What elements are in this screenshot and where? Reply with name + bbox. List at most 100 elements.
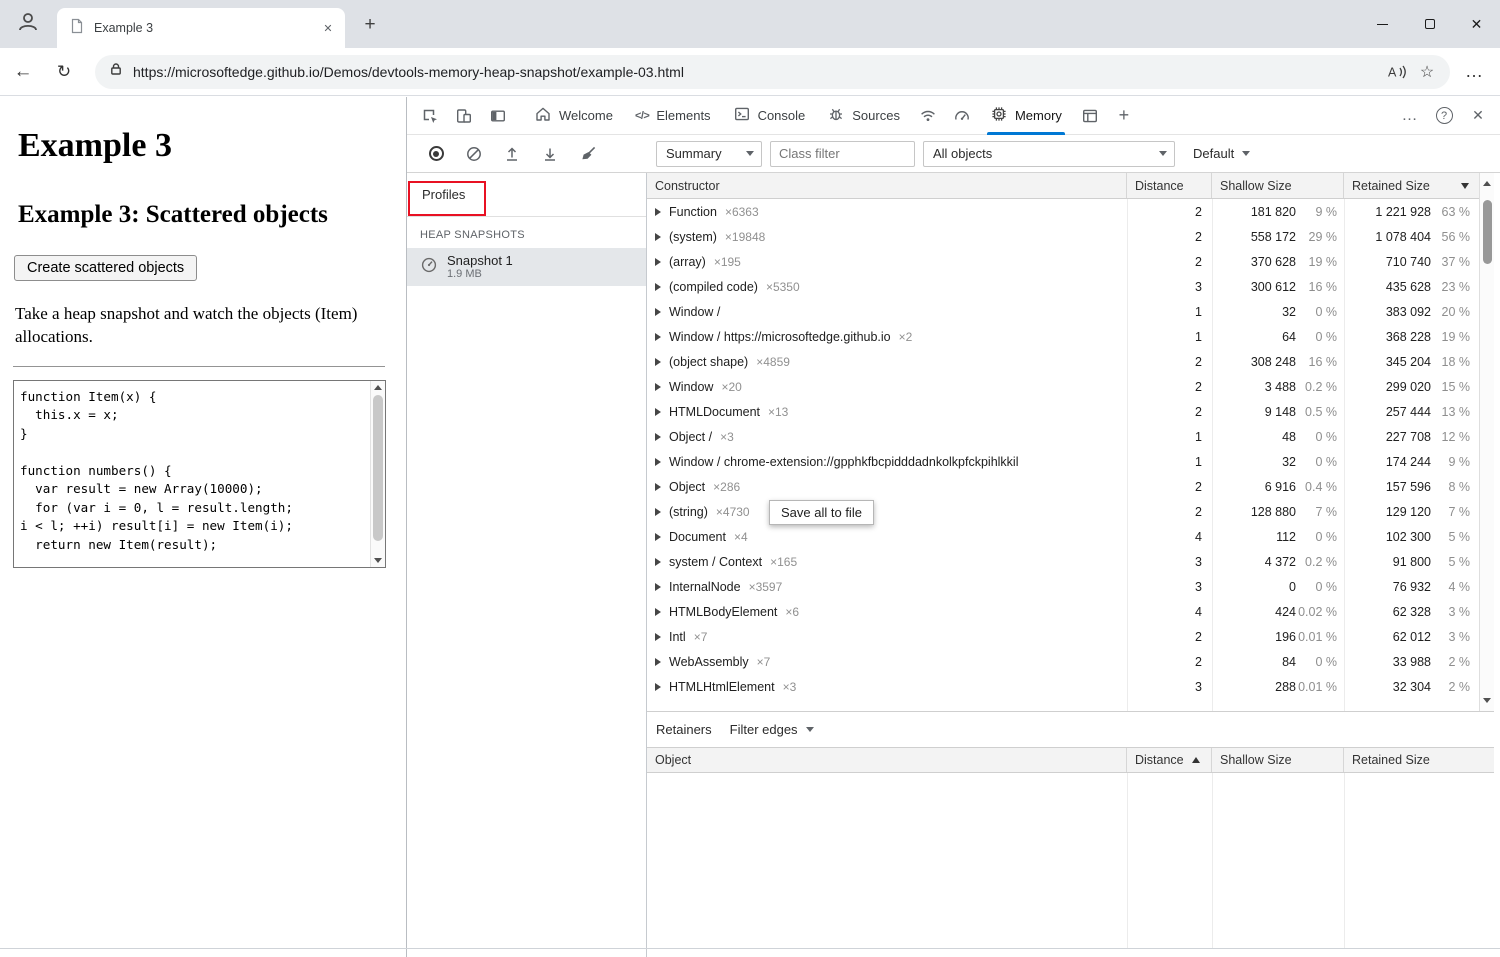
disclosure-triangle-icon[interactable] — [655, 633, 661, 641]
heap-table-row[interactable]: Window / 1 32 0 % 383 092 — [647, 299, 1479, 324]
devtools-close-button[interactable]: ✕ — [1463, 101, 1493, 131]
disclosure-triangle-icon[interactable] — [655, 483, 661, 491]
create-scattered-objects-button[interactable]: Create scattered objects — [14, 255, 197, 281]
table-scrollbar-thumb[interactable] — [1483, 200, 1492, 264]
close-window-button[interactable]: ✕ — [1453, 0, 1500, 48]
favorites-star-icon[interactable]: ☆ — [1412, 57, 1442, 87]
heap-table-row[interactable]: (system) ×19848 2 558 172 29 % — [647, 224, 1479, 249]
heap-table-row[interactable]: Window / chrome-extension://gpphkfbcpidd… — [647, 449, 1479, 474]
disclosure-triangle-icon[interactable] — [655, 258, 661, 266]
disclosure-triangle-icon[interactable] — [655, 208, 661, 216]
code-block[interactable]: function Item(x) { this.x = x; } functio… — [13, 380, 386, 568]
application-panel-button[interactable] — [1075, 101, 1105, 131]
tab-close-button[interactable]: ✕ — [319, 19, 337, 37]
heap-table-row[interactable]: Function ×6363 2 181 820 9 % — [647, 199, 1479, 224]
code-scrollbar[interactable] — [370, 381, 385, 567]
constructor-name: (compiled code) — [669, 280, 758, 294]
tab-welcome[interactable]: Welcome — [523, 97, 624, 135]
performance-monitor-button[interactable] — [947, 101, 977, 131]
scroll-up-icon[interactable] — [371, 385, 385, 390]
column-header-shallow-size[interactable]: Shallow Size — [1212, 748, 1344, 772]
disclosure-triangle-icon[interactable] — [655, 333, 661, 341]
disclosure-triangle-icon[interactable] — [655, 583, 661, 591]
tab-sources[interactable]: Sources — [816, 97, 911, 135]
save-profile-button[interactable] — [536, 140, 564, 168]
heap-table-row[interactable]: HTMLDocument ×13 2 9 148 0.5 % — [647, 399, 1479, 424]
disclosure-triangle-icon[interactable] — [655, 658, 661, 666]
heap-table-row[interactable]: WebAssembly ×7 2 84 0 % 33 — [647, 649, 1479, 674]
maximize-button[interactable] — [1406, 0, 1453, 48]
clear-profiles-button[interactable] — [460, 140, 488, 168]
column-header-constructor[interactable]: Constructor — [647, 173, 1127, 198]
record-icon — [429, 146, 444, 161]
table-scrollbar[interactable] — [1479, 173, 1494, 711]
new-tab-button[interactable]: + — [358, 13, 382, 37]
class-filter-input[interactable] — [770, 141, 915, 167]
heap-table-row[interactable]: HTMLBodyElement ×6 4 424 0.02 % — [647, 599, 1479, 624]
column-header-object[interactable]: Object — [647, 748, 1127, 772]
browser-tab[interactable]: Example 3 ✕ — [57, 8, 345, 48]
heap-table-row[interactable]: Object ×286 2 6 916 0.4 % — [647, 474, 1479, 499]
tab-console[interactable]: Console — [722, 97, 817, 135]
column-header-shallow-size[interactable]: Shallow Size — [1212, 173, 1344, 198]
more-tabs-button[interactable]: + — [1109, 101, 1139, 131]
heap-table-row[interactable]: (compiled code) ×5350 3 300 612 16 % — [647, 274, 1479, 299]
disclosure-triangle-icon[interactable] — [655, 683, 661, 691]
scroll-up-icon[interactable] — [1480, 181, 1494, 186]
browser-menu-button[interactable]: … — [1456, 54, 1492, 90]
scroll-down-icon[interactable] — [371, 558, 385, 563]
disclosure-triangle-icon[interactable] — [655, 433, 661, 441]
heap-table-row[interactable]: HTMLHtmlElement ×3 3 288 0.01 % — [647, 674, 1479, 699]
disclosure-triangle-icon[interactable] — [655, 358, 661, 366]
disclosure-triangle-icon[interactable] — [655, 308, 661, 316]
snapshot-list-item[interactable]: Snapshot 1 1.9 MB — [407, 248, 646, 286]
devtools-more-button[interactable]: … — [1395, 101, 1425, 131]
inspect-tool-button[interactable] — [415, 101, 445, 131]
disclosure-triangle-icon[interactable] — [655, 508, 661, 516]
tab-elements[interactable]: </> Elements — [624, 97, 722, 135]
heap-table-row[interactable]: (object shape) ×4859 2 308 248 16 % — [647, 349, 1479, 374]
back-button[interactable]: ← — [5, 54, 41, 90]
focus-mode-button[interactable] — [483, 101, 513, 131]
objects-filter-select[interactable]: All objects — [923, 141, 1175, 167]
code-scrollbar-thumb[interactable] — [373, 395, 383, 541]
shallow-size-cell: 9 148 0.5 % — [1212, 405, 1344, 419]
tab-title: Example 3 — [94, 21, 319, 35]
disclosure-triangle-icon[interactable] — [655, 458, 661, 466]
read-aloud-icon[interactable]: A — [1382, 57, 1412, 87]
column-header-distance[interactable]: Distance — [1127, 748, 1212, 772]
heap-table-row[interactable]: Document ×4 4 112 0 % 102 — [647, 524, 1479, 549]
heap-table-row[interactable]: Window / https://microsoftedge.github.io… — [647, 324, 1479, 349]
record-heap-snapshot-button[interactable] — [422, 140, 450, 168]
delete-all-profiles-button[interactable] — [574, 140, 602, 168]
disclosure-triangle-icon[interactable] — [655, 608, 661, 616]
tab-memory[interactable]: Memory — [979, 97, 1073, 135]
load-profile-button[interactable] — [498, 140, 526, 168]
address-bar[interactable]: https://microsoftedge.github.io/Demos/de… — [95, 55, 1450, 89]
column-header-retained-size[interactable]: Retained Size — [1344, 748, 1494, 772]
column-header-retained-size[interactable]: Retained Size — [1344, 173, 1479, 198]
column-header-distance[interactable]: Distance — [1127, 173, 1212, 198]
filter-edges-select[interactable]: Filter edges — [730, 722, 814, 737]
disclosure-triangle-icon[interactable] — [655, 233, 661, 241]
disclosure-triangle-icon[interactable] — [655, 533, 661, 541]
heap-table-row[interactable]: system / Context ×165 3 4 372 0.2 % — [647, 549, 1479, 574]
default-view-select[interactable]: Default — [1193, 146, 1250, 161]
devtools-help-button[interactable]: ? — [1429, 101, 1459, 131]
disclosure-triangle-icon[interactable] — [655, 408, 661, 416]
scroll-down-icon[interactable] — [1480, 698, 1494, 703]
profile-avatar-button[interactable] — [12, 8, 44, 40]
device-emulation-button[interactable] — [449, 101, 479, 131]
minimize-button[interactable] — [1359, 0, 1406, 48]
refresh-button[interactable]: ↻ — [46, 54, 82, 90]
network-conditions-button[interactable] — [913, 101, 943, 131]
heap-table-row[interactable]: Intl ×7 2 196 0.01 % 62 01 — [647, 624, 1479, 649]
heap-table-row[interactable]: Window ×20 2 3 488 0.2 % 2 — [647, 374, 1479, 399]
heap-table-row[interactable]: Object / ×3 1 48 0 % 227 7 — [647, 424, 1479, 449]
perspective-select[interactable]: Summary — [656, 141, 762, 167]
disclosure-triangle-icon[interactable] — [655, 383, 661, 391]
heap-table-row[interactable]: (array) ×195 2 370 628 19 % — [647, 249, 1479, 274]
heap-table-row[interactable]: InternalNode ×3597 3 0 0 % — [647, 574, 1479, 599]
disclosure-triangle-icon[interactable] — [655, 558, 661, 566]
disclosure-triangle-icon[interactable] — [655, 283, 661, 291]
